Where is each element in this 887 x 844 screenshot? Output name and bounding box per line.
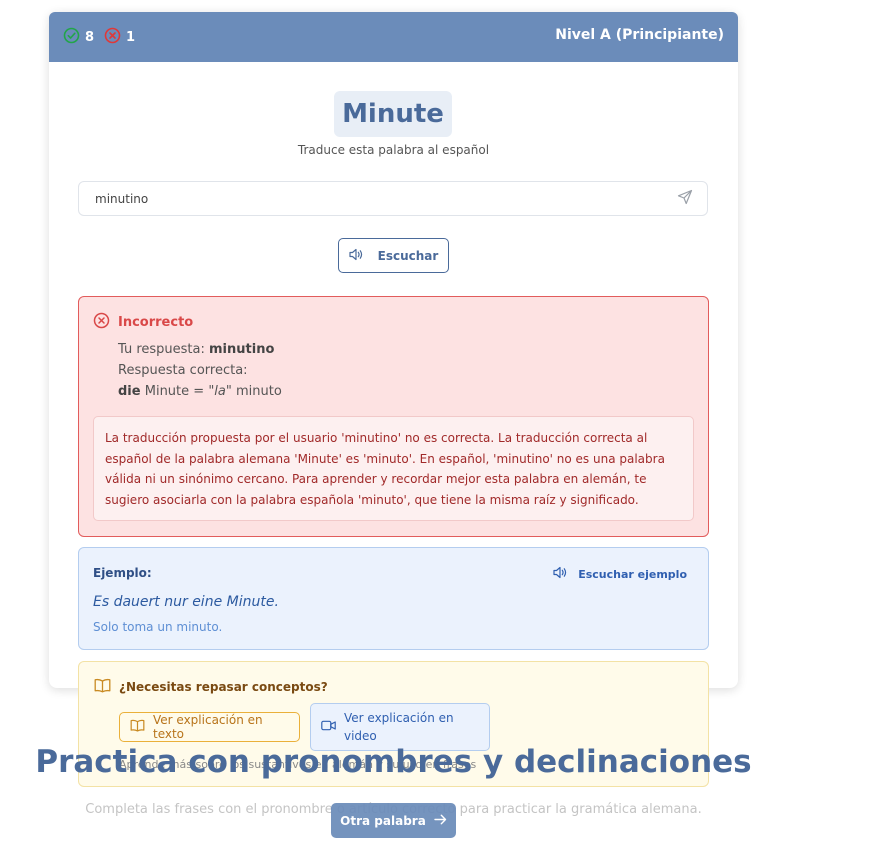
listen-label: Escuchar [377,248,439,263]
example-sentence: Es dauert nur eine Minute. [93,594,279,610]
level-label: Nivel A (Principiante) [555,27,724,43]
your-answer-line: Tu respuesta: minutino [118,342,274,357]
video-explanation-label: Ver explicación en video [344,711,454,743]
listen-button[interactable]: Escuchar [338,238,449,273]
listen-example-button[interactable]: Escuchar ejemplo [553,566,687,582]
correct-count: 8 [85,30,95,45]
check-circle-icon [63,27,80,48]
feedback-title-text: Incorrecto [118,315,194,330]
feedback-incorrect: Incorrecto Tu respuesta: minutino Respue… [78,296,709,537]
example-translation: Solo toma un minuto. [93,620,223,634]
text-explanation-label: Ver explicación en texto [153,713,263,741]
your-answer-label: Tu respuesta: [118,342,205,357]
speaker-icon [349,248,364,264]
spanish-article: "la" [208,384,232,399]
noun: Minute [144,384,190,399]
equals-sign: = [193,384,205,399]
example-label: Ejemplo: [93,566,152,580]
text-explanation-button[interactable]: Ver explicación en texto [119,712,300,742]
video-icon [321,718,336,736]
quiz-card: 8 1 Nivel A (Principiante) Minute Traduc… [49,12,738,688]
correct-score: 8 [63,27,94,48]
quiz-header: 8 1 Nivel A (Principiante) [49,12,738,62]
correct-translation: minuto [236,384,282,399]
next-word-button[interactable]: Otra palabra [331,803,456,838]
arrow-right-icon [434,814,447,828]
your-answer-value: minutino [209,342,275,357]
answer-input[interactable] [93,190,677,207]
send-icon[interactable] [677,189,693,209]
answer-field[interactable] [78,181,708,216]
feedback-title: Incorrecto [93,312,193,333]
review-title: ¿Necesitas repasar conceptos? [94,678,328,696]
book-icon [94,678,111,696]
practice-heading: Practica con pronombres y declinaciones [35,744,752,780]
explanation-text: La traducción propuesta por el usuario '… [93,416,694,521]
correct-answer-label: Respuesta correcta: [118,363,248,378]
article: die [118,384,141,399]
listen-example-label: Escuchar ejemplo [578,567,687,581]
next-word-label: Otra palabra [340,813,426,828]
book-icon [130,719,145,735]
x-circle-icon [104,27,121,48]
speaker-icon [553,566,568,582]
incorrect-count: 1 [126,30,136,45]
example-panel: Ejemplo: Escuchar ejemplo Es dauert nur … [78,547,709,650]
correct-answer-line: die Minute = "la" minuto [118,384,282,399]
instruction-text: Traduce esta palabra al español [297,143,490,157]
x-circle-icon [93,312,110,333]
review-title-text: ¿Necesitas repasar conceptos? [119,680,328,694]
incorrect-score: 1 [104,27,135,48]
word-to-translate: Minute [334,91,452,137]
